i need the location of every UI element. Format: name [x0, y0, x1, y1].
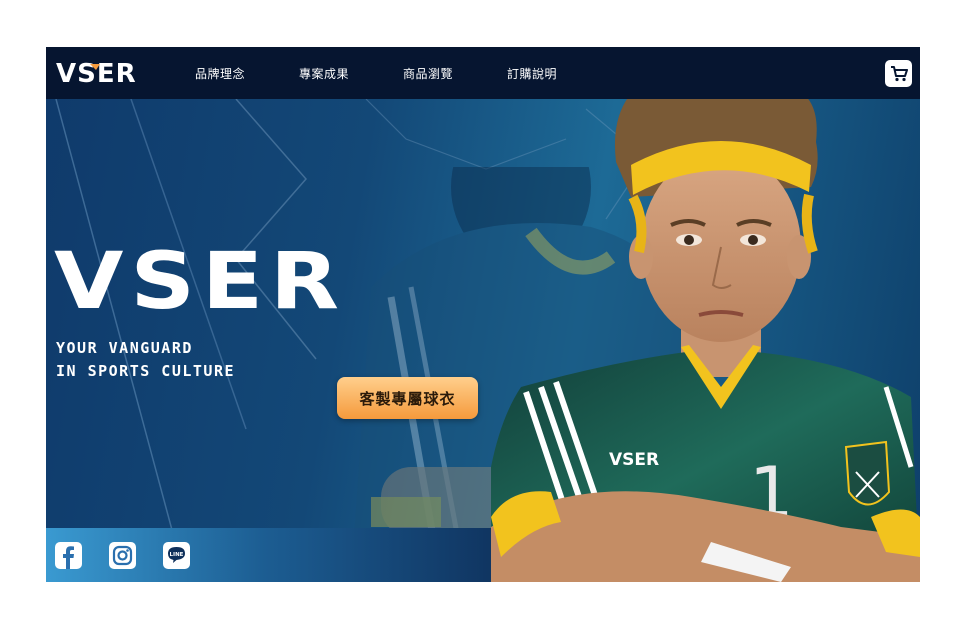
line-icon-label: LINE — [170, 552, 184, 558]
shopping-cart-icon — [890, 65, 908, 81]
hero-frame: VSER 1 VSER 品牌理念 專案成果 商品瀏覽 訂購說明 VSER YOU… — [46, 47, 920, 582]
line-icon-graphic: LINE — [163, 542, 190, 569]
line-icon[interactable]: LINE — [163, 542, 190, 569]
facebook-icon[interactable] — [55, 542, 82, 569]
svg-text:VSER: VSER — [56, 59, 137, 86]
top-navbar: VSER 品牌理念 專案成果 商品瀏覽 訂購說明 — [46, 47, 920, 99]
nav-item-brand-philosophy[interactable]: 品牌理念 — [195, 65, 245, 82]
vser-logo[interactable]: VSER — [56, 58, 142, 86]
nav-item-product-browse[interactable]: 商品瀏覽 — [403, 65, 453, 82]
custom-jersey-cta-button[interactable]: 客製專屬球衣 — [337, 377, 478, 419]
instagram-icon[interactable] — [109, 542, 136, 569]
tagline-line-2: IN SPORTS CULTURE — [56, 362, 236, 380]
hero-title: VSER — [54, 237, 346, 327]
nav-item-order-guide[interactable]: 訂購說明 — [507, 65, 557, 82]
svg-text:VSER: VSER — [609, 450, 659, 470]
tagline-line-1: YOUR VANGUARD — [56, 339, 193, 357]
nav-item-project-results[interactable]: 專案成果 — [299, 65, 349, 82]
player-photo: VSER 1 — [491, 52, 920, 582]
cart-button[interactable] — [885, 60, 912, 87]
